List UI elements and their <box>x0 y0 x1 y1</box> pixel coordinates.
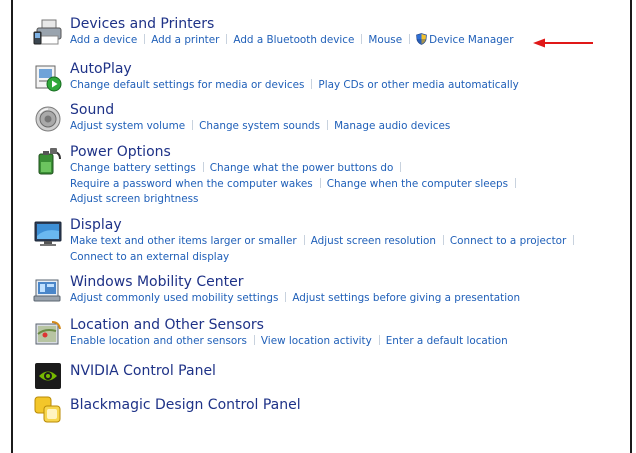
power-options-title[interactable]: Power Options <box>70 144 171 160</box>
separator <box>303 235 305 245</box>
add-a-printer-link[interactable]: Add a printer <box>151 34 219 46</box>
speaker-icon <box>35 106 61 132</box>
separator <box>361 34 363 44</box>
mouse-link[interactable]: Mouse <box>368 34 402 46</box>
separator <box>378 335 380 345</box>
connect-external-display-link[interactable]: Connect to an external display <box>70 251 229 263</box>
separator <box>202 162 204 172</box>
display-title[interactable]: Display <box>70 217 122 233</box>
blackmagic-icon <box>34 396 61 423</box>
devices-printers-icon <box>33 19 62 45</box>
autoplay-title[interactable]: AutoPlay <box>70 61 132 77</box>
separator <box>442 235 444 245</box>
nvidia-icon <box>35 363 61 389</box>
adjust-system-volume-link[interactable]: Adjust system volume <box>70 120 185 132</box>
change-battery-settings-link[interactable]: Change battery settings <box>70 162 196 174</box>
power-options-links: Change battery settings Change what the p… <box>70 161 610 208</box>
change-default-media-settings-link[interactable]: Change default settings for media or dev… <box>70 79 304 91</box>
adjust-screen-resolution-link[interactable]: Adjust screen resolution <box>311 235 436 247</box>
adjust-mobility-settings-link[interactable]: Adjust commonly used mobility settings <box>70 292 278 304</box>
view-location-activity-link[interactable]: View location activity <box>261 335 372 347</box>
separator <box>400 162 402 172</box>
devices-and-printers-links: Add a device Add a printer Add a Bluetooth… <box>70 33 610 49</box>
require-password-on-wake-link[interactable]: Require a password when the computer wak… <box>70 178 313 190</box>
enter-default-location-link[interactable]: Enter a default location <box>386 335 508 347</box>
sound-title[interactable]: Sound <box>70 102 114 118</box>
separator <box>253 335 255 345</box>
presentation-settings-link[interactable]: Adjust settings before giving a presenta… <box>292 292 520 304</box>
mobility-center-icon <box>33 279 61 302</box>
manage-audio-devices-link[interactable]: Manage audio devices <box>334 120 450 132</box>
location-and-sensors-links: Enable location and other sensors View lo… <box>70 334 610 350</box>
change-power-buttons-link[interactable]: Change what the power buttons do <box>210 162 394 174</box>
autoplay-links: Change default settings for media or dev… <box>70 78 610 94</box>
play-cds-automatically-link[interactable]: Play CDs or other media automatically <box>318 79 518 91</box>
control-panel-window: Devices and Printers Add a device Add a p… <box>11 0 632 453</box>
separator <box>573 235 575 245</box>
separator <box>226 34 228 44</box>
nvidia-control-panel-title[interactable]: NVIDIA Control Panel <box>70 363 216 379</box>
separator <box>327 120 329 130</box>
windows-mobility-center-links: Adjust commonly used mobility settings Ad… <box>70 291 610 307</box>
adjust-screen-brightness-link[interactable]: Adjust screen brightness <box>70 193 198 205</box>
monitor-icon <box>34 221 62 246</box>
blackmagic-control-panel-title[interactable]: Blackmagic Design Control Panel <box>70 397 301 413</box>
change-sleep-time-link[interactable]: Change when the computer sleeps <box>327 178 508 190</box>
separator <box>311 79 313 89</box>
display-links: Make text and other items larger or smal… <box>70 234 610 265</box>
enable-location-sensors-link[interactable]: Enable location and other sensors <box>70 335 247 347</box>
separator <box>285 292 287 302</box>
device-manager-link[interactable]: Device Manager <box>429 34 513 46</box>
devices-and-printers-title[interactable]: Devices and Printers <box>70 16 214 32</box>
battery-plug-icon <box>38 148 61 175</box>
separator <box>192 120 194 130</box>
sound-links: Adjust system volume Change system sounds… <box>70 119 610 135</box>
change-system-sounds-link[interactable]: Change system sounds <box>199 120 320 132</box>
separator <box>409 34 411 44</box>
separator <box>144 34 146 44</box>
add-bluetooth-device-link[interactable]: Add a Bluetooth device <box>233 34 354 46</box>
windows-mobility-center-title[interactable]: Windows Mobility Center <box>70 274 244 290</box>
separator <box>319 177 321 188</box>
sensors-icon <box>35 321 61 345</box>
make-text-larger-link[interactable]: Make text and other items larger or smal… <box>70 235 297 247</box>
add-a-device-link[interactable]: Add a device <box>70 34 137 46</box>
location-and-sensors-title[interactable]: Location and Other Sensors <box>70 317 264 333</box>
uac-shield-icon <box>416 33 427 45</box>
autoplay-icon <box>35 65 62 92</box>
separator <box>515 177 517 188</box>
connect-to-projector-link[interactable]: Connect to a projector <box>450 235 566 247</box>
red-arrow-annotation-icon <box>533 38 593 48</box>
